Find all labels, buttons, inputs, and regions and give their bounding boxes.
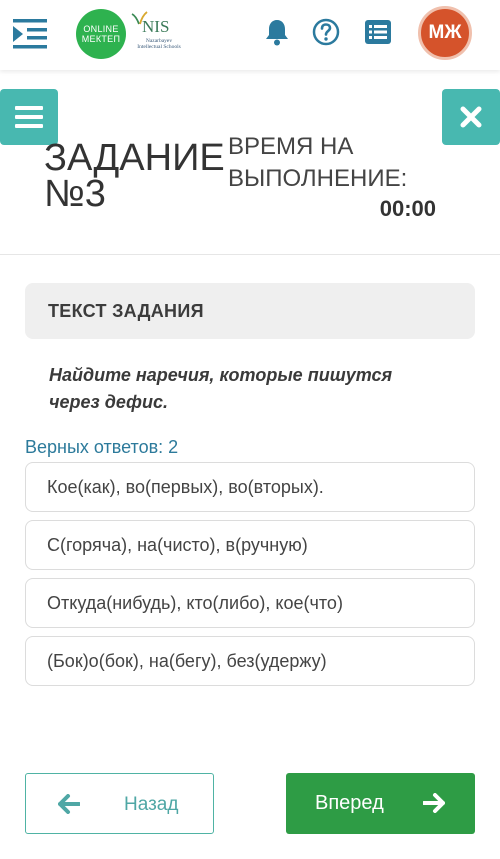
answer-option-3[interactable]: Откуда(нибудь), кто(либо), кое(что) [25,578,475,628]
next-button[interactable]: Вперед [286,773,475,834]
back-button-label: Назад [124,794,179,815]
hamburger-icon [15,106,43,128]
correct-answers-count: Верных ответов: 2 [25,437,179,457]
question-icon[interactable] [312,18,340,46]
arrow-left-icon [58,794,80,814]
bell-icon[interactable] [264,18,290,46]
answer-option-label: (Бок)о(бок), на(бегу), без(удержу) [47,650,327,671]
answer-option-1[interactable]: Кое(как), во(первых), во(вторых). [25,462,475,512]
answer-option-label: Откуда(нибудь), кто(либо), кое(что) [47,592,343,613]
answer-option-label: Кое(как), во(первых), во(вторых). [47,476,324,497]
list-icon[interactable] [364,19,392,45]
time-label: ВРЕМЯ НА ВЫПОЛНЕНИЕ: [228,133,408,192]
divider [0,254,500,255]
next-button-label: Вперед [315,792,384,814]
answer-option-4[interactable]: (Бок)о(бок), на(бегу), без(удержу) [25,636,475,686]
answer-options: Кое(как), во(первых), во(вторых). С(горя… [25,462,475,694]
answer-option-2[interactable]: С(горяча), на(чисто), в(ручную) [25,520,475,570]
task-title: ЗАДАНИЕ №3 [44,137,225,215]
arrow-right-icon [423,793,445,813]
answer-option-label: С(горяча), на(чисто), в(ручную) [47,534,308,555]
indent-menu-icon[interactable] [10,14,50,54]
avatar[interactable]: МЖ [418,6,472,60]
timer: 00:00 [379,196,436,221]
nis-logo: NIS Nazarbayev Intellectual Schools [128,10,188,58]
top-bar: ONLINE МЕКТЕП NIS Nazarbayev Intellectua… [0,0,500,70]
back-button[interactable]: Назад [25,773,214,834]
online-mektep-logo: ONLINE МЕКТЕП [76,9,126,59]
question-text: Найдите наречия, которые пишутся через д… [49,365,393,412]
close-icon [460,106,482,128]
close-button[interactable] [442,89,500,145]
task-text-header: ТЕКСТ ЗАДАНИЯ [25,283,475,339]
